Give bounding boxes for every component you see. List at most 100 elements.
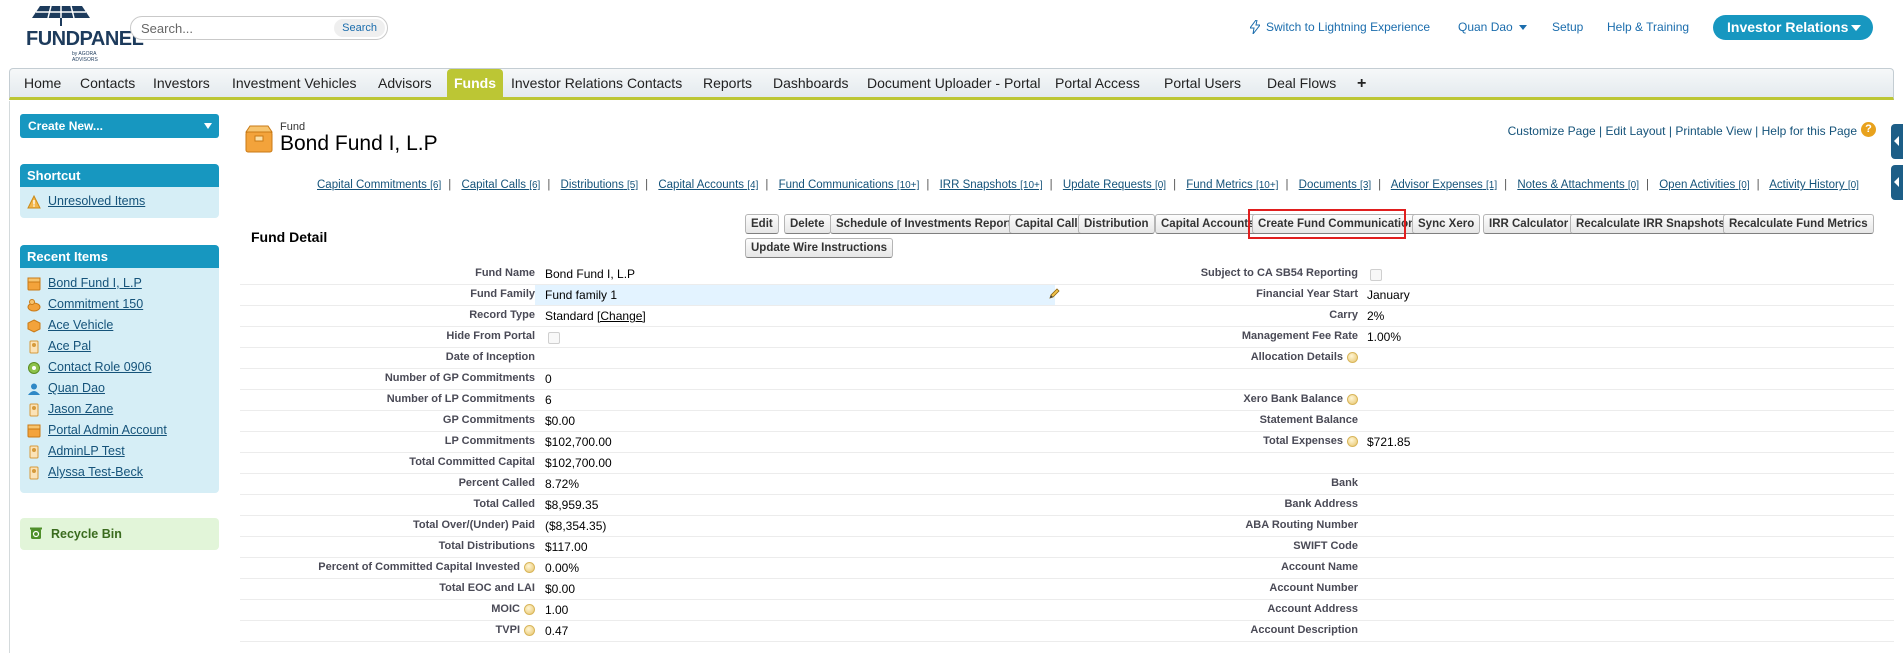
schedule-of-investments-button[interactable]: Schedule of Investments Report [830,214,1018,234]
related-link-update-requests[interactable]: Update Requests [0] [1063,179,1166,191]
field-label-text: Allocation Details [1250,351,1343,363]
recent-item-label[interactable]: Jason Zane [48,402,113,416]
recent-item-contact-role[interactable]: Contact Role 0906 [20,357,219,378]
lightning-switch-link[interactable]: Switch to Lightning Experience [1250,20,1430,34]
setup-link[interactable]: Setup [1552,20,1583,34]
fundpanel-logo[interactable]: FUNDPANEL by AGORA ADVISORS [12,2,144,63]
customize-page-link[interactable]: Customize Page [1508,124,1596,138]
help-for-page-link[interactable]: Help for this Page [1762,124,1857,138]
recalculate-irr-snapshots-button[interactable]: Recalculate IRR Snapshots [1570,214,1731,234]
related-link-advisor-expenses[interactable]: Advisor Expenses [1] [1391,179,1497,191]
help-training-link[interactable]: Help & Training [1607,20,1689,34]
recent-item-label[interactable]: Quan Dao [48,381,105,395]
side-panel-toggle-2[interactable] [1891,165,1903,200]
recent-item-label[interactable]: Bond Fund I, L.P [48,276,142,290]
recent-item-alyssa-test-beck[interactable]: Alyssa Test-Beck [20,462,219,483]
recalculate-fund-metrics-button[interactable]: Recalculate Fund Metrics [1723,214,1874,234]
info-icon[interactable] [524,603,535,615]
tab-investors[interactable]: Investors [146,69,217,98]
related-link-capital-calls[interactable]: Capital Calls [6] [461,179,540,191]
related-link-count: [0] [1738,180,1750,191]
lightning-bolt-icon [1250,20,1260,34]
user-menu[interactable]: Quan Dao [1458,20,1527,34]
related-link-fund-communications[interactable]: Fund Communications [10+] [779,179,920,191]
tab-advisors[interactable]: Advisors [371,69,439,98]
recent-item-label[interactable]: Alyssa Test-Beck [48,465,143,479]
field-label: Carry [1329,309,1358,321]
side-panel-toggle[interactable] [1891,124,1903,159]
recent-item-label[interactable]: Ace Vehicle [48,318,113,332]
field-label: SWIFT Code [1293,540,1358,552]
change-record-type-link[interactable]: [Change] [597,309,646,323]
field-label: Percent Called [458,477,535,489]
recent-item-portal-admin-account[interactable]: Portal Admin Account [20,420,219,441]
recent-item-label[interactable]: Commitment 150 [48,297,143,311]
recent-item-label[interactable]: Contact Role 0906 [48,360,152,374]
tab-deal-flows[interactable]: Deal Flows [1260,69,1343,98]
tab-investment-vehicles[interactable]: Investment Vehicles [225,69,364,98]
tab-investor-relations-contacts[interactable]: Investor Relations Contacts [504,69,689,98]
tab-portal-access[interactable]: Portal Access [1048,69,1147,98]
search-input[interactable] [141,20,326,36]
tab-reports[interactable]: Reports [696,69,759,98]
related-link-documents[interactable]: Documents [3] [1299,179,1372,191]
tab-add-more[interactable]: + [1350,69,1373,98]
recent-item-commitment[interactable]: Commitment 150 [20,294,219,315]
search-button[interactable]: Search [334,19,385,37]
create-new-button[interactable]: Create New... [20,114,219,138]
related-link-notes-attachments[interactable]: Notes & Attachments [0] [1517,179,1639,191]
capital-accounts-button[interactable]: Capital Accounts [1155,214,1261,234]
sidebar-item-label[interactable]: Unresolved Items [48,194,145,208]
capital-call-button[interactable]: Capital Call [1009,214,1084,234]
related-link-capital-accounts[interactable]: Capital Accounts [4] [658,179,758,191]
info-icon[interactable] [1347,435,1358,447]
recent-item-quan-dao[interactable]: Quan Dao [20,378,219,399]
recent-item-label[interactable]: Ace Pal [48,339,91,353]
tab-contacts[interactable]: Contacts [73,69,142,98]
related-link-fund-metrics[interactable]: Fund Metrics [10+] [1186,179,1278,191]
delete-button[interactable]: Delete [784,214,831,234]
detail-row: Hide From Portal Management Fee Rate 1.0… [240,327,1894,348]
recent-item-adminlp-test[interactable]: AdminLP Test [20,441,219,462]
edit-button[interactable]: Edit [745,214,779,234]
info-icon[interactable] [524,561,535,573]
edit-layout-link[interactable]: Edit Layout [1605,124,1665,138]
field-label: Bank Address [1284,498,1358,510]
recent-item-label[interactable]: AdminLP Test [48,444,125,458]
recent-item-label[interactable]: Portal Admin Account [48,423,167,437]
sync-xero-button[interactable]: Sync Xero [1412,214,1481,234]
info-icon[interactable] [524,624,535,636]
recent-item-ace-vehicle[interactable]: Ace Vehicle [20,315,219,336]
distribution-button[interactable]: Distribution [1078,214,1155,234]
tab-document-uploader-portal[interactable]: Document Uploader - Portal [860,69,1048,98]
detail-row: Total Committed Capital $102,700.00 [240,453,1894,474]
advisor-icon [29,340,39,354]
tab-funds[interactable]: Funds [447,69,503,98]
field-value: 1.00 [545,603,569,617]
related-link-irr-snapshots[interactable]: IRR Snapshots [10+] [940,179,1043,191]
irr-calculator-button[interactable]: IRR Calculator [1483,214,1575,234]
detail-row: Total EOC and LAI $0.00 Account Number [240,579,1894,600]
detail-row: Total Called $8,959.35 Bank Address [240,495,1894,516]
shortcut-heading: Shortcut [20,164,219,187]
tab-portal-users[interactable]: Portal Users [1157,69,1248,98]
detail-row: Percent of Committed Capital Invested 0.… [240,558,1894,579]
tab-dashboards[interactable]: Dashboards [766,69,856,98]
recent-item-ace-pal[interactable]: Ace Pal [20,336,219,357]
printable-view-link[interactable]: Printable View [1675,124,1752,138]
related-link-capital-commitments[interactable]: Capital Commitments [6] [317,179,441,191]
help-icon[interactable]: ? [1861,122,1876,137]
pencil-edit-icon[interactable] [1048,288,1060,300]
tab-home[interactable]: Home [17,69,68,98]
update-wire-instructions-button[interactable]: Update Wire Instructions [745,238,893,258]
recent-item-bond-fund[interactable]: Bond Fund I, L.P [20,273,219,294]
info-icon[interactable] [1347,351,1358,363]
related-link-activity-history[interactable]: Activity History [0] [1769,179,1859,191]
app-switcher-button[interactable]: Investor Relations [1713,15,1873,40]
info-icon[interactable] [1347,393,1358,405]
sidebar-item-unresolved-items[interactable]: Unresolved Items [20,191,219,212]
recent-item-jason-zane[interactable]: Jason Zane [20,399,219,420]
related-link-open-activities[interactable]: Open Activities [0] [1659,179,1749,191]
related-link-distributions[interactable]: Distributions [5] [561,179,639,191]
recycle-bin-link[interactable]: Recycle Bin [20,518,219,550]
